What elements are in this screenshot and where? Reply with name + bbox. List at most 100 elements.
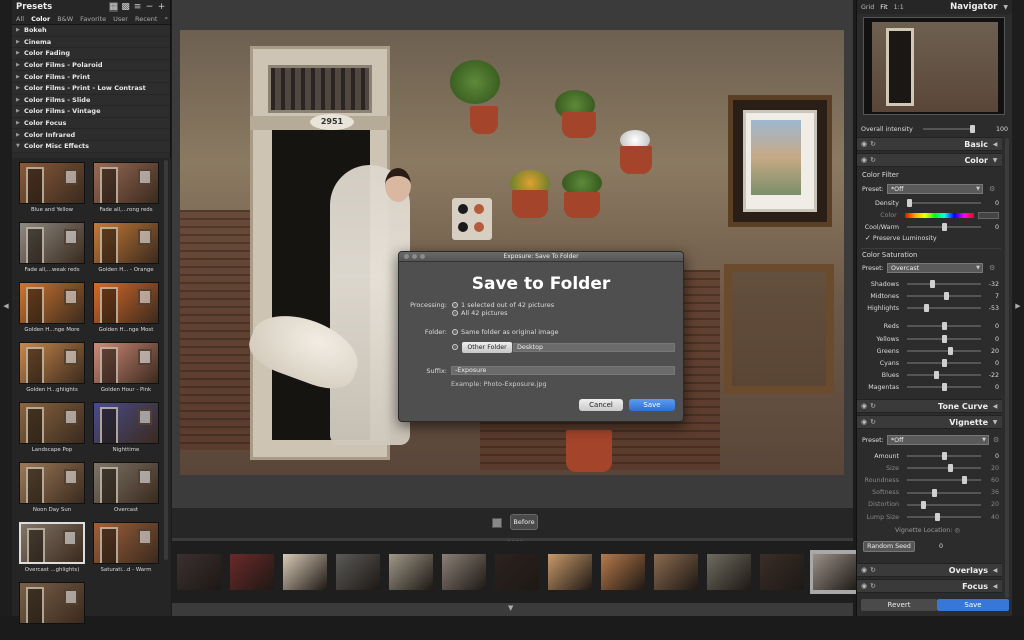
slider-knob[interactable] xyxy=(907,199,912,207)
preset-thumbnail[interactable]: Golden H...nge Most xyxy=(91,282,161,340)
revert-button[interactable]: Revert xyxy=(861,599,937,611)
reset-icon[interactable]: ↻ xyxy=(870,156,876,164)
filmstrip-item[interactable] xyxy=(651,550,701,594)
presets-scrollbar[interactable] xyxy=(164,160,168,560)
toggle-icon[interactable]: ◉ xyxy=(861,418,867,426)
slider-knob[interactable] xyxy=(944,292,949,300)
preset-thumbnail[interactable]: Fade all,...rong reds xyxy=(91,162,161,220)
random-seed-button[interactable]: Random Seed xyxy=(863,541,915,552)
collapse-right-arrow-icon[interactable]: ▶ xyxy=(1012,302,1024,310)
small-grid-view-icon[interactable]: ▩ xyxy=(121,2,130,12)
left-collapse-strip[interactable]: ◀ xyxy=(0,0,12,616)
search-icon[interactable]: ⌕ xyxy=(164,14,168,23)
right-collapse-strip[interactable]: ▶ xyxy=(1012,0,1024,616)
color-saturation-preset-select[interactable]: Overcast xyxy=(887,263,983,273)
filmstrip-item[interactable] xyxy=(439,550,489,594)
reset-icon[interactable]: ↻ xyxy=(870,582,876,590)
category-item[interactable]: ▼ Color Misc Effects xyxy=(12,141,170,153)
adjustment-slider[interactable] xyxy=(907,335,981,343)
save-button[interactable]: Save xyxy=(937,599,1009,611)
view-one-to-one[interactable]: 1:1 xyxy=(894,4,904,11)
toggle-icon[interactable]: ◉ xyxy=(861,566,867,574)
section-basic[interactable]: ◉ ↻ Basic ◀ xyxy=(857,137,1002,151)
other-folder-button[interactable]: Other Folder xyxy=(462,342,512,353)
radio-icon[interactable] xyxy=(452,329,458,335)
preset-thumbnail[interactable]: Overcast xyxy=(91,462,161,520)
category-item[interactable]: ▶ Color Fading xyxy=(12,48,170,60)
adjustment-slider[interactable] xyxy=(907,304,981,312)
preset-thumbnail[interactable]: Landscape Pop xyxy=(17,402,87,460)
slider-knob[interactable] xyxy=(948,347,953,355)
preserve-luminosity-checkbox[interactable]: ✓ Preserve Luminosity xyxy=(865,234,937,242)
adjustment-slider[interactable] xyxy=(907,488,981,497)
toggle-icon[interactable]: ◉ xyxy=(861,402,867,410)
preset-thumbnail[interactable]: Golden H...nge More xyxy=(17,282,87,340)
preset-options-icon[interactable]: ⚙ xyxy=(993,436,999,444)
filmstrip-item[interactable] xyxy=(492,550,542,594)
category-item[interactable]: ▶ Cinema xyxy=(12,37,170,49)
section-vignette[interactable]: ◉ ↻ Vignette ▼ xyxy=(857,415,1002,429)
large-grid-view-icon[interactable]: ▦ xyxy=(109,1,118,12)
filmstrip-item[interactable] xyxy=(598,550,648,594)
filmstrip-item[interactable] xyxy=(545,550,595,594)
tab-all[interactable]: All xyxy=(16,15,24,23)
adjustment-slider[interactable] xyxy=(907,347,981,355)
cancel-button[interactable]: Cancel xyxy=(579,399,623,411)
navigator-thumbnail[interactable] xyxy=(863,17,1005,115)
slider-knob[interactable] xyxy=(924,304,929,312)
folder-option-other[interactable] xyxy=(452,344,461,350)
cool-warm-slider[interactable] xyxy=(907,223,981,231)
radio-icon[interactable] xyxy=(452,310,458,316)
folder-path-field[interactable]: Desktop xyxy=(513,343,675,352)
slider-knob[interactable] xyxy=(934,371,939,379)
filmstrip-item[interactable] xyxy=(810,550,860,594)
expand-arrow-icon[interactable]: ◀ xyxy=(988,583,1002,590)
preset-options-icon[interactable]: ⚙ xyxy=(989,264,995,272)
preset-thumbnail[interactable]: Nighttime xyxy=(91,402,161,460)
vignette-preset-select[interactable]: *Off xyxy=(887,435,989,445)
section-overlays[interactable]: ◉ ↻ Overlays ◀ xyxy=(857,563,1002,577)
adjustment-slider[interactable] xyxy=(907,513,981,521)
expanded-triangle-icon[interactable]: ▼ xyxy=(16,143,24,149)
list-view-icon[interactable]: ≡ xyxy=(133,2,142,12)
add-preset-icon[interactable]: + xyxy=(157,2,166,12)
toggle-icon[interactable]: ◉ xyxy=(861,582,867,590)
category-item[interactable]: ▶ Color Films - Slide xyxy=(12,95,170,107)
adjustment-slider[interactable] xyxy=(907,322,981,330)
reset-icon[interactable]: ↻ xyxy=(870,566,876,574)
collapse-arrow-icon[interactable]: ▼ xyxy=(988,419,1002,426)
section-color[interactable]: ◉ ↻ Color ▼ xyxy=(857,153,1002,167)
adjustment-slider[interactable] xyxy=(907,464,981,473)
color-filter-preset-select[interactable]: *Off xyxy=(887,184,983,194)
reset-icon[interactable]: ↻ xyxy=(870,402,876,410)
radio-icon[interactable] xyxy=(452,344,458,350)
category-item[interactable]: ▶ Color Infrared xyxy=(12,129,170,141)
preset-thumbnail[interactable]: Noon Day Sun xyxy=(17,462,87,520)
collapsed-triangle-icon[interactable]: ▶ xyxy=(16,120,24,126)
radio-icon[interactable] xyxy=(452,302,458,308)
slider-knob[interactable] xyxy=(942,335,947,343)
zoom-window-icon[interactable] xyxy=(420,254,425,259)
slider-knob[interactable] xyxy=(932,488,937,497)
adjustment-slider[interactable] xyxy=(907,292,981,300)
filmstrip-item[interactable] xyxy=(757,550,807,594)
adjustment-slider[interactable] xyxy=(907,371,981,379)
toggle-icon[interactable]: ◉ xyxy=(861,156,867,164)
preset-options-icon[interactable]: ⚙ xyxy=(989,185,995,193)
processing-option-all[interactable]: All 42 pictures xyxy=(452,309,508,317)
preset-thumbnail[interactable]: Fade all,...weak reds xyxy=(17,222,87,280)
adjustment-slider[interactable] xyxy=(907,500,981,509)
preset-thumbnail[interactable]: Golden Hour - Pink xyxy=(91,342,161,400)
tab-recent[interactable]: Recent xyxy=(135,15,157,23)
filmstrip-item[interactable] xyxy=(280,550,330,594)
slider-knob[interactable] xyxy=(942,383,947,391)
collapsed-triangle-icon[interactable]: ▶ xyxy=(16,74,24,80)
category-item[interactable]: ▶ Color Films - Vintage xyxy=(12,106,170,118)
tab-favorite[interactable]: Favorite xyxy=(80,15,106,23)
toggle-icon[interactable]: ◉ xyxy=(861,140,867,148)
preset-thumbnail[interactable]: Overcast ...ghlights) xyxy=(17,522,87,580)
collapsed-triangle-icon[interactable]: ▶ xyxy=(16,97,24,103)
density-slider[interactable] xyxy=(907,199,981,207)
view-grid[interactable]: Grid xyxy=(861,4,874,11)
category-item[interactable]: ▶ Color Films - Polaroid xyxy=(12,60,170,72)
